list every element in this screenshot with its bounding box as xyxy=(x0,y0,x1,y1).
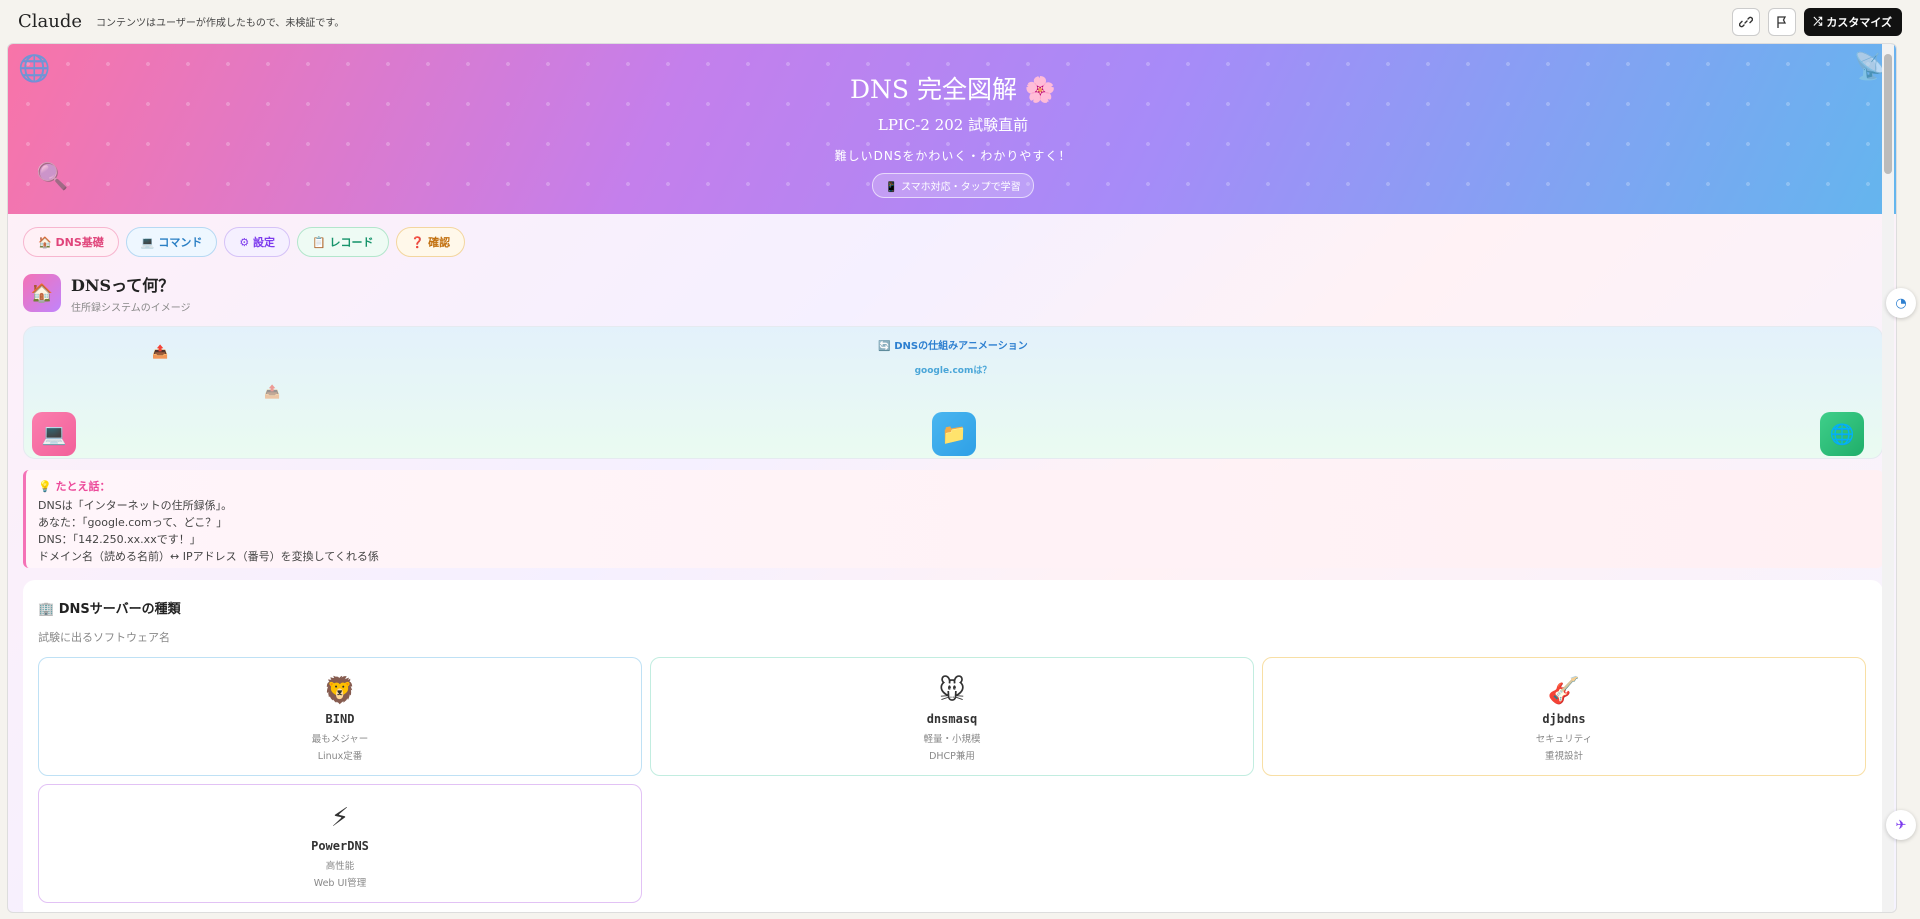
servers-subtitle: 試験に出るソフトウェア名 xyxy=(38,631,170,644)
server-icon: 🎸 xyxy=(1547,676,1581,706)
server-card[interactable]: 🦁 BIND 最もメジャー Linux定番 xyxy=(38,657,642,776)
page-description: 難しいDNSをかわいく・わかりやすく！ xyxy=(834,149,1072,163)
server-desc: Linux定番 xyxy=(317,751,363,762)
artifact-frame: 🌐 🔍 📡 DNS 完全図解 🌸 LPIC-2 202 試験直前 難しいDNSを… xyxy=(7,43,1897,913)
dns-server-node-icon: 📁 xyxy=(932,412,976,456)
animation-title: 🔄 DNSの仕組みアニメーション xyxy=(878,341,1028,352)
tab-2[interactable]: ⚙ 設定 xyxy=(224,227,291,257)
server-desc: 最もメジャー xyxy=(311,734,369,745)
server-desc: 高性能 xyxy=(325,861,355,872)
bird-floating-icon[interactable]: ✈ xyxy=(1886,810,1916,840)
hero-banner: 🌐 🔍 📡 DNS 完全図解 🌸 LPIC-2 202 試験直前 難しいDNSを… xyxy=(8,44,1896,214)
animation-question: google.comは？ xyxy=(914,366,992,376)
server-desc: セキュリティ xyxy=(1535,734,1593,745)
server-card[interactable]: 🐭 dnsmasq 軽量・小規模 DHCP兼用 xyxy=(650,657,1254,776)
home-icon: 🏠 xyxy=(23,274,61,312)
server-icon: 🦁 xyxy=(323,676,357,706)
customize-label: カスタマイズ xyxy=(1826,15,1892,29)
server-name: PowerDNS xyxy=(311,839,369,853)
tab-0[interactable]: 🏠 DNS基礎 xyxy=(23,227,119,257)
server-desc: 軽量・小規模 xyxy=(923,734,981,745)
analogy-line: DNS：「142.250.xx.xxです！」 xyxy=(38,533,201,546)
server-name: BIND xyxy=(325,712,355,726)
link-icon[interactable] xyxy=(1731,7,1760,36)
server-desc: 重視設計 xyxy=(1544,751,1583,762)
flag-icon[interactable] xyxy=(1767,7,1796,36)
section-title: DNSって何？ xyxy=(71,276,175,295)
magnifier-icon: 🔍 xyxy=(36,162,69,192)
server-card-grid: 🦁 BIND 最もメジャー Linux定番 🐭 dnsmasq 軽量・小規模 DHCP兼用 🎸 d… xyxy=(38,657,1868,903)
packet-icon: 📤 xyxy=(152,345,169,360)
server-desc: DHCP兼用 xyxy=(929,751,975,762)
shuffle-icon: ⤮ xyxy=(1813,14,1823,28)
customize-button[interactable]: ⤮ カスタマイズ xyxy=(1803,7,1902,36)
assistant-floating-icon[interactable]: ◔ xyxy=(1886,288,1916,318)
tab-4[interactable]: ❓ 確認 xyxy=(395,227,466,257)
unverified-notice: コンテンツはユーザーが作成したもので、未検証です。 xyxy=(96,18,345,29)
packet-icon: 📤 xyxy=(264,385,281,400)
analogy-line: DNSは「インターネットの住所録係」。 xyxy=(38,499,233,512)
dns-animation-panel[interactable]: 🔄 DNSの仕組みアニメーション google.comは？ 📤 📤 💻 📁 🌐 xyxy=(23,326,1883,459)
tab-bar: 🏠 DNS基礎 💻 コマンド ⚙ 設定 📋 レコード ❓ 確認 xyxy=(23,227,466,257)
server-name: dnsmasq xyxy=(926,712,978,726)
tab-1[interactable]: 💻 コマンド xyxy=(125,227,218,257)
server-icon: ⚡ xyxy=(330,803,350,833)
top-bar: Claude コンテンツはユーザーが作成したもので、未検証です。 ⤮ カスタマイ… xyxy=(0,0,1920,43)
page-subtitle: LPIC-2 202 試験直前 xyxy=(877,116,1029,134)
tab-3[interactable]: 📋 レコード xyxy=(297,227,389,257)
analogy-box: 💡 たとえ話： DNSは「インターネットの住所録係」。 あなた：「google.… xyxy=(23,470,1883,568)
server-name: djbdns xyxy=(1542,712,1586,726)
server-icon: 🐭 xyxy=(938,676,966,706)
server-card[interactable]: 🎸 djbdns セキュリティ 重視設計 xyxy=(1262,657,1866,776)
page-title: DNS 完全図解 🌸 xyxy=(849,75,1057,104)
scrollbar[interactable] xyxy=(1882,44,1894,912)
analogy-line: あなた：「google.comって、どこ？」 xyxy=(38,516,228,529)
dns-servers-section: 🏢 DNSサーバーの種類 試験に出るソフトウェア名 🦁 BIND 最もメジャー Lin… xyxy=(23,580,1883,912)
server-desc: Web UI管理 xyxy=(313,878,367,889)
scrollbar-thumb[interactable] xyxy=(1884,54,1892,174)
client-node-icon: 💻 xyxy=(32,412,76,456)
web-server-node-icon: 🌐 xyxy=(1820,412,1864,456)
mobile-badge: 📱 スマホ対応・タップで学習 xyxy=(872,173,1034,198)
app-logo[interactable]: Claude xyxy=(18,11,82,32)
servers-title: 🏢 DNSサーバーの種類 xyxy=(38,602,181,617)
analogy-line: ドメイン名（読める名前）↔ IPアドレス（番号）を変換してくれる係 xyxy=(38,550,379,563)
server-card[interactable]: ⚡ PowerDNS 高性能 Web UI管理 xyxy=(38,784,642,903)
analogy-title: 💡 たとえ話： xyxy=(38,480,111,493)
section-subtitle: 住所録システムのイメージ xyxy=(71,303,191,314)
section-header: 🏠 DNSって何？ 住所録システムのイメージ xyxy=(23,272,191,314)
